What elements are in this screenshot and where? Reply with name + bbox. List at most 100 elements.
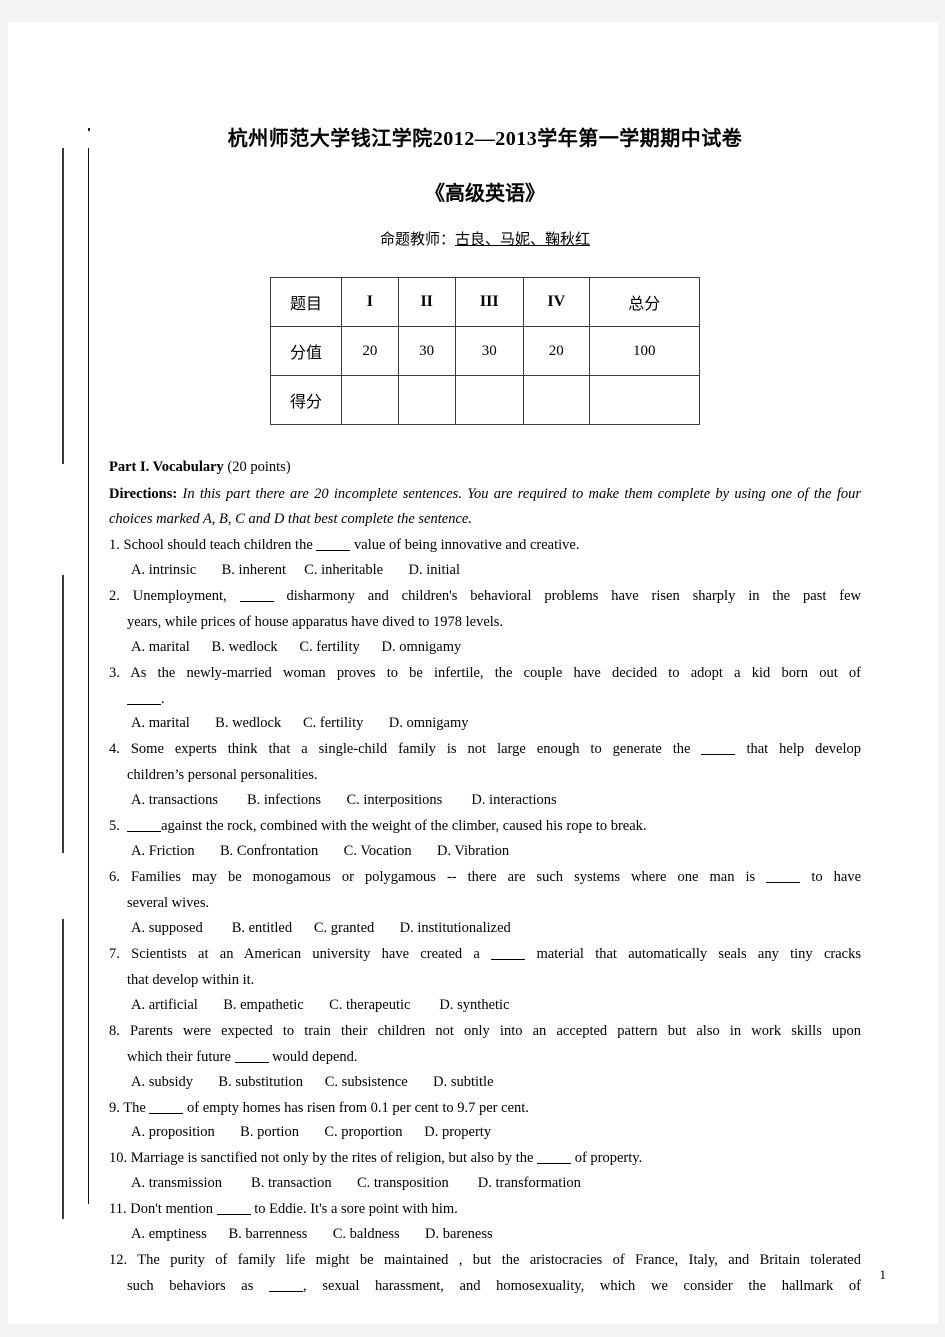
teacher-line: 命题教师：古良、马妮、鞠秋红 (109, 228, 861, 249)
score-value-total: 100 (588, 326, 701, 376)
row-label-obtained: 得分 (270, 375, 342, 425)
table-row-scores: 分值 20 30 30 20 100 (270, 326, 701, 376)
row-label-score-value: 分值 (270, 326, 342, 376)
question-2-number: 2. (109, 587, 120, 604)
column-header-3: III (454, 277, 524, 327)
question-11-blank[interactable] (216, 1214, 251, 1216)
question-4-stem-b: that help develop (746, 741, 862, 758)
question-8-stem-cont-a: which their future (127, 1048, 231, 1065)
obtained-cell-1[interactable] (341, 375, 399, 425)
column-header-total: 总分 (588, 277, 701, 327)
question-12-stem-a: The purity of family life might be maint… (137, 1252, 861, 1269)
obtained-cell-4[interactable] (522, 375, 590, 425)
question-11-stem-a: Don't mention (130, 1201, 213, 1218)
column-header-4: IV (522, 277, 590, 327)
question-7-blank[interactable] (491, 958, 526, 960)
question-5-number: 5. (109, 818, 120, 835)
table-row-header: 题目 I II III IV 总分 (270, 277, 701, 327)
question-7-stem-b: material that automatically seals any ti… (536, 945, 861, 962)
question-2-continued: years, while prices of house apparatus h… (127, 613, 504, 630)
score-value-4: 20 (522, 326, 590, 376)
question-7: 7. Scientists at an American university … (109, 942, 861, 967)
question-7-stem-a: Scientists at an American university hav… (131, 945, 480, 962)
question-5-stem: against the rock, combined with the weig… (161, 818, 647, 835)
question-10-stem-b: of property. (574, 1150, 643, 1167)
obtained-cell-total[interactable] (588, 375, 701, 425)
question-11-options[interactable]: A. emptiness B. barrenness C. baldness D… (109, 1222, 861, 1247)
question-2: 2. Unemployment, disharmony and children… (109, 584, 861, 609)
change-bar-segment-2 (62, 575, 64, 853)
question-2-options[interactable]: A. marital B. wedlock C. fertility D. om… (109, 635, 861, 660)
question-4-blank[interactable] (701, 754, 736, 756)
question-8-number: 8. (109, 1022, 120, 1039)
question-7-number: 7. (109, 945, 120, 962)
question-11: 11. Don't mention to Eddie. It's a sore … (109, 1197, 861, 1222)
exam-page: 杭州师范大学钱江学院2012—2013学年第一学期期中试卷 《高级英语》 命题教… (8, 22, 938, 1324)
question-6-stem-a: Families may be monogamous or polygamous… (130, 869, 756, 886)
question-3-options[interactable]: A. marital B. wedlock C. fertility D. om… (109, 711, 861, 736)
question-3-number: 3. (109, 664, 120, 681)
question-11-number: 11. (109, 1201, 127, 1218)
column-header-1: I (341, 277, 399, 327)
question-7-options[interactable]: A. artificial B. empathetic C. therapeut… (109, 993, 861, 1018)
obtained-cell-3[interactable] (454, 375, 524, 425)
page-content: 杭州师范大学钱江学院2012—2013学年第一学期期中试卷 《高级英语》 命题教… (109, 22, 861, 1299)
question-5-blank[interactable] (127, 831, 162, 833)
question-3: 3. As the newly-married woman proves to … (109, 661, 861, 686)
question-12: 12. The purity of family life might be m… (109, 1248, 861, 1273)
question-2-stem-a: Unemployment, (132, 587, 227, 604)
obtained-cell-2[interactable] (397, 375, 456, 425)
question-9-number: 9. (109, 1099, 120, 1116)
question-6-blank[interactable] (766, 882, 801, 884)
question-3-blank[interactable] (127, 703, 161, 705)
question-6-options[interactable]: A. supposed B. entitled C. granted D. in… (109, 916, 861, 941)
question-6-stem-b: to have (811, 869, 862, 886)
question-4-stem-a: Some experts think that a single-child f… (130, 741, 691, 758)
score-value-2: 30 (397, 326, 456, 376)
question-11-stem-b: to Eddie. It's a sore point with him. (254, 1201, 458, 1218)
question-5: 5. against the rock, combined with the w… (109, 814, 861, 839)
course-title: 《高级英语》 (425, 183, 545, 205)
question-1-options[interactable]: A. intrinsic B. inherent C. inheritable … (109, 558, 861, 583)
directions-text: In this part there are 20 incomplete sen… (109, 486, 862, 527)
question-4-number: 4. (109, 741, 120, 758)
question-2-blank[interactable] (239, 600, 274, 602)
directions-block: Directions: In this part there are 20 in… (109, 482, 861, 532)
teacher-names: 古良、马妮、鞠秋红 (455, 232, 591, 248)
question-10: 10. Marriage is sanctified not only by t… (109, 1146, 861, 1171)
question-9-blank[interactable] (149, 1112, 184, 1114)
question-8-stem-cont-b: would depend. (272, 1048, 358, 1065)
question-10-options[interactable]: A. transmission B. transaction C. transp… (109, 1171, 861, 1196)
question-3-stem-a: As the newly-married woman proves to be … (130, 664, 861, 681)
page-number: 1 (879, 1267, 887, 1282)
question-9-stem-a: The (123, 1099, 146, 1116)
question-5-options[interactable]: A. Friction B. Confrontation C. Vocation… (109, 839, 861, 864)
question-12-continued: such behaviors as , sexual harassment, a… (109, 1274, 861, 1299)
change-bar-segment-3 (62, 919, 64, 1219)
question-3-continued: . (109, 687, 861, 712)
question-8-options[interactable]: A. subsidy B. substitution C. subsistenc… (109, 1070, 861, 1095)
question-6-number: 6. (109, 869, 120, 886)
teacher-label: 命题教师： (379, 232, 455, 248)
part-heading-points: (20 points) (227, 459, 291, 475)
question-10-blank[interactable] (537, 1163, 572, 1165)
question-1-stem-b: value of being innovative and creative. (354, 536, 580, 553)
question-4-options[interactable]: A. transactions B. infections C. interpo… (109, 788, 861, 813)
question-8-blank[interactable] (234, 1061, 269, 1063)
question-6: 6. Families may be monogamous or polygam… (109, 865, 861, 890)
question-1-number: 1. (109, 536, 120, 553)
question-6-continued: several wives. (127, 895, 210, 911)
question-12-blank[interactable] (269, 1291, 304, 1293)
question-9-options[interactable]: A. proposition B. portion C. proportion … (109, 1120, 861, 1145)
question-1-stem-a: School should teach children the (123, 536, 313, 553)
question-12-stem-cont-b: , sexual harassment, and homosexuality, … (303, 1278, 861, 1295)
question-12-number: 12. (109, 1252, 128, 1269)
part-heading-bold: Part I. Vocabulary (109, 459, 224, 475)
question-1-blank[interactable] (316, 549, 351, 551)
part-heading: Part I. Vocabulary (20 points) (109, 459, 861, 476)
margin-dot-mark (88, 128, 90, 131)
question-10-stem-a: Marriage is sanctified not only by the r… (130, 1150, 534, 1167)
question-9: 9. The of empty homes has risen from 0.1… (109, 1096, 861, 1121)
question-3-stem-tail: . (161, 690, 165, 707)
change-bar-segment-1 (62, 148, 64, 464)
